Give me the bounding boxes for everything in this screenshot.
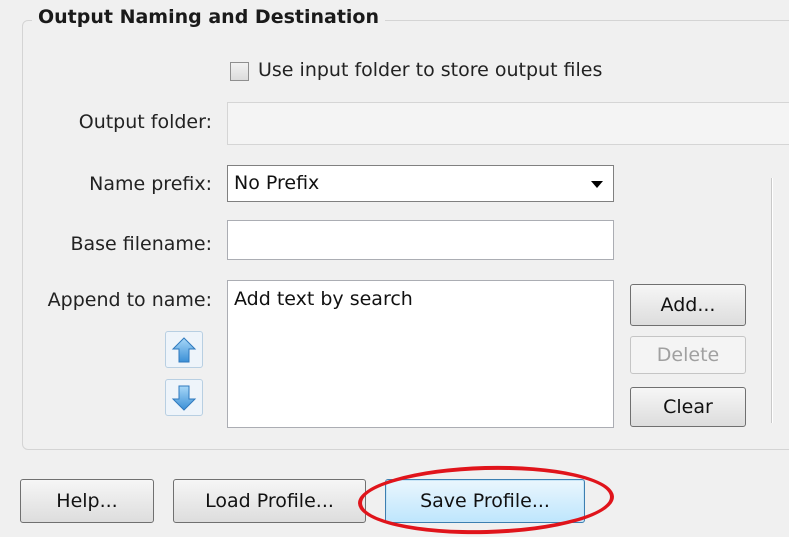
name-prefix-value: No Prefix (234, 172, 320, 194)
base-filename-input[interactable] (227, 220, 614, 260)
highlight-oval (357, 462, 615, 537)
append-list[interactable]: Add text by search (227, 280, 614, 428)
use-input-folder-label[interactable]: Use input folder to store output files (258, 59, 602, 81)
group-title: Output Naming and Destination (32, 6, 386, 28)
arrow-down-icon (171, 385, 197, 411)
output-folder-field[interactable] (227, 102, 789, 145)
append-to-name-label: Append to name: (47, 289, 212, 311)
base-filename-label: Base filename: (70, 233, 212, 255)
name-prefix-label: Name prefix: (89, 173, 212, 195)
move-up-button[interactable] (165, 331, 203, 368)
chevron-down-icon (591, 181, 603, 188)
clear-button[interactable]: Clear (630, 387, 746, 427)
delete-button[interactable]: Delete (630, 336, 746, 374)
arrow-up-icon (171, 336, 197, 362)
help-button[interactable]: Help... (20, 479, 154, 523)
add-button[interactable]: Add... (630, 284, 746, 326)
load-profile-button[interactable]: Load Profile... (173, 479, 366, 523)
move-down-button[interactable] (165, 379, 203, 416)
use-input-folder-checkbox[interactable] (230, 62, 249, 81)
output-folder-label: Output folder: (78, 111, 212, 133)
output-settings-panel: Output Naming and Destination Use input … (0, 0, 789, 537)
list-item[interactable]: Add text by search (234, 287, 607, 311)
name-prefix-dropdown[interactable]: No Prefix (227, 165, 614, 202)
separator-highlight (772, 178, 773, 423)
